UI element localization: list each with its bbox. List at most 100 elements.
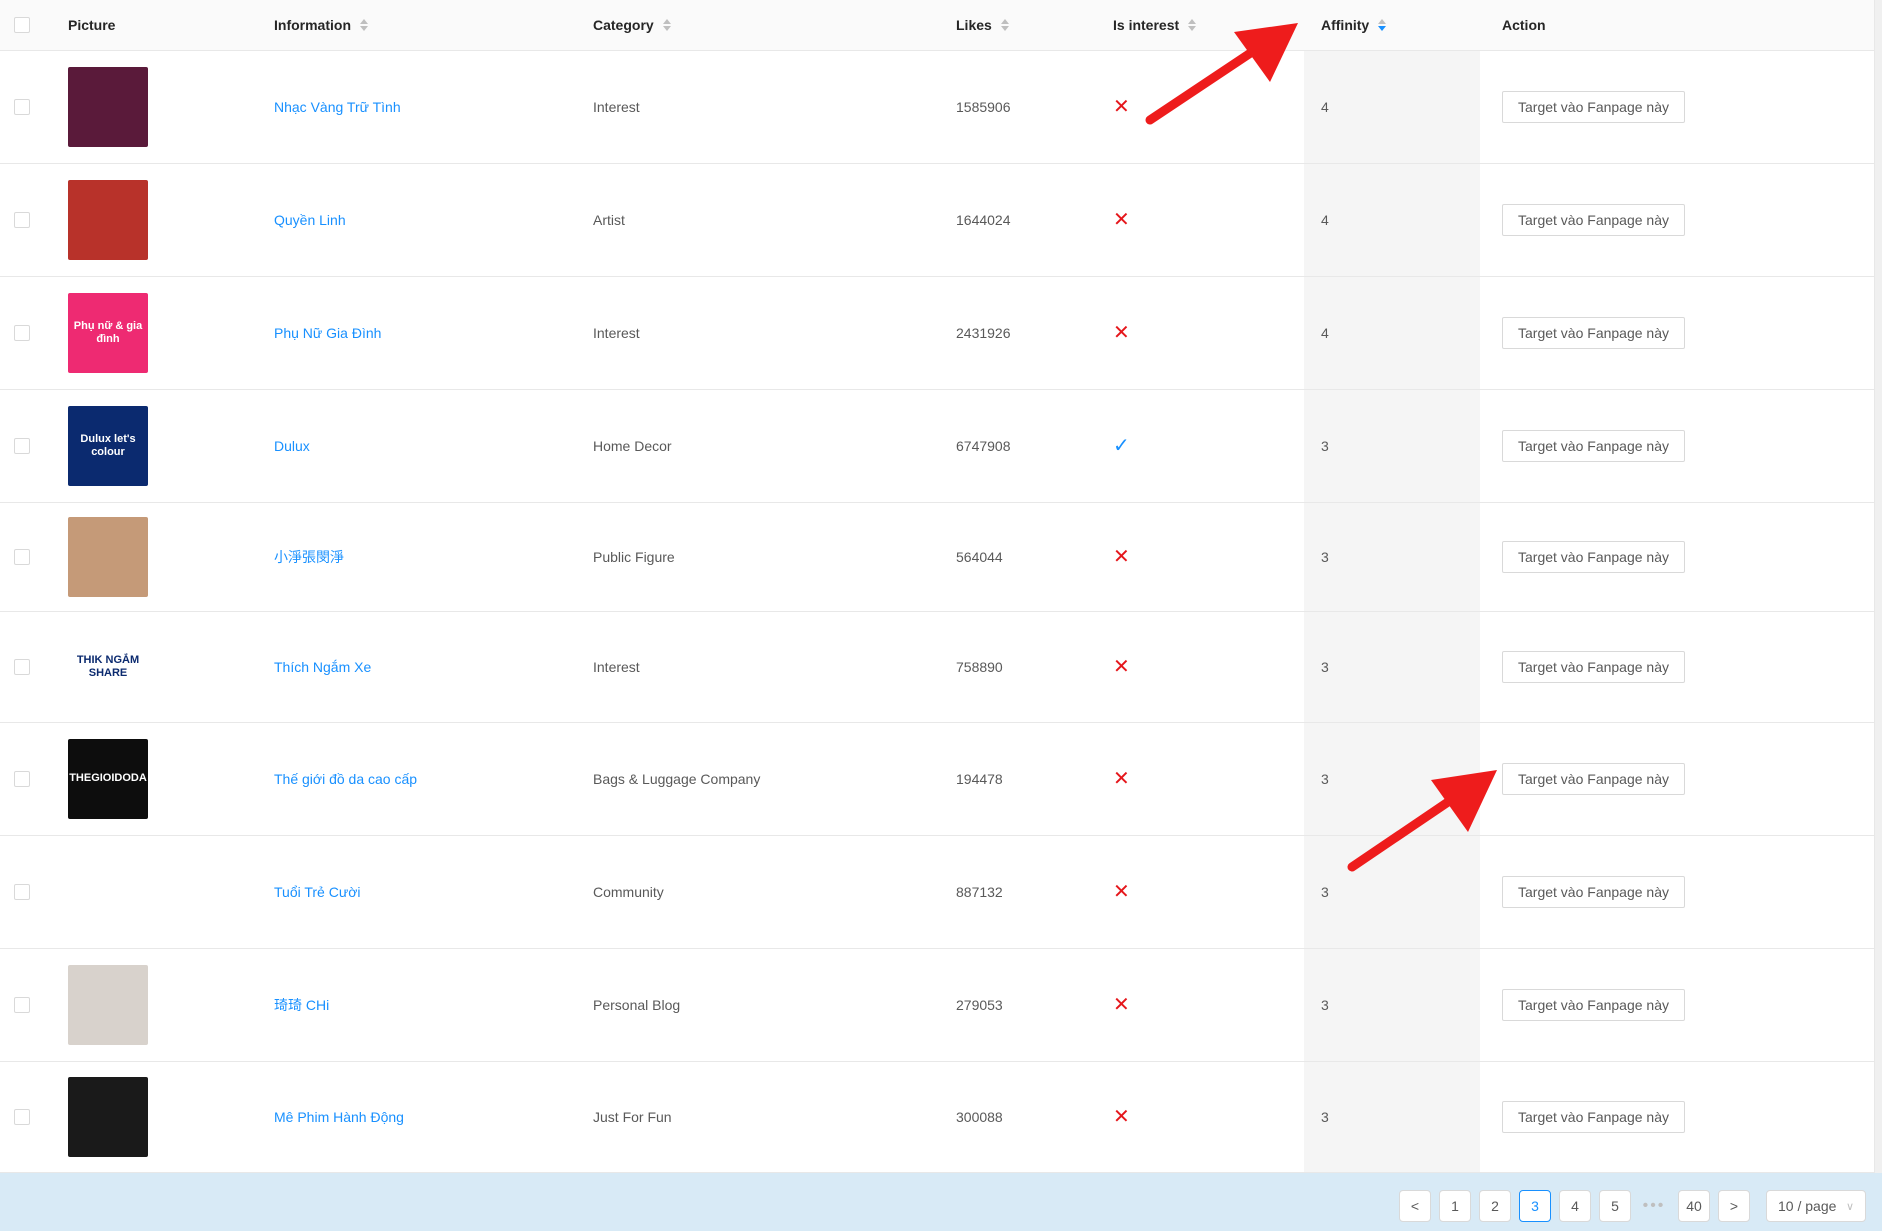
row-checkbox[interactable] bbox=[14, 659, 30, 675]
action-cell: Target vào Fanpage này bbox=[1502, 503, 1685, 611]
pagination-page-4[interactable]: 4 bbox=[1559, 1190, 1591, 1222]
picture-cell bbox=[68, 503, 148, 611]
category-cell: Just For Fun bbox=[593, 1062, 672, 1172]
picture-cell bbox=[68, 51, 148, 163]
row-checkbox-cell[interactable] bbox=[14, 723, 30, 835]
category-value: Interest bbox=[593, 99, 640, 115]
row-checkbox[interactable] bbox=[14, 884, 30, 900]
target-fanpage-button[interactable]: Target vào Fanpage này bbox=[1502, 317, 1685, 349]
page-name-link[interactable]: Thế giới đồ da cao cấp bbox=[274, 771, 417, 787]
row-checkbox-cell[interactable] bbox=[14, 949, 30, 1061]
row-checkbox-cell[interactable] bbox=[14, 503, 30, 611]
category-cell: Artist bbox=[593, 164, 625, 276]
information-cell: 琦琦 CHi bbox=[274, 949, 329, 1061]
page-thumbnail: THEGIOIDODA bbox=[68, 739, 148, 819]
row-checkbox[interactable] bbox=[14, 212, 30, 228]
column-affinity[interactable]: Affinity bbox=[1321, 0, 1387, 50]
column-category[interactable]: Category bbox=[593, 0, 671, 50]
likes-cell: 1585906 bbox=[956, 51, 1011, 163]
pagination-page-5[interactable]: 5 bbox=[1599, 1190, 1631, 1222]
target-fanpage-button[interactable]: Target vào Fanpage này bbox=[1502, 876, 1685, 908]
row-checkbox[interactable] bbox=[14, 1109, 30, 1125]
pagination-page-2[interactable]: 2 bbox=[1479, 1190, 1511, 1222]
page-name-link[interactable]: Mê Phim Hành Động bbox=[274, 1109, 404, 1125]
information-cell: Mê Phim Hành Động bbox=[274, 1062, 404, 1172]
sort-caret-icon[interactable] bbox=[1188, 19, 1197, 31]
target-fanpage-button[interactable]: Target vào Fanpage này bbox=[1502, 763, 1685, 795]
page-name-link[interactable]: Dulux bbox=[274, 438, 310, 454]
pagination-next-button[interactable]: > bbox=[1718, 1190, 1750, 1222]
row-checkbox[interactable] bbox=[14, 99, 30, 115]
column-likes[interactable]: Likes bbox=[956, 0, 1009, 50]
affinity-value: 3 bbox=[1321, 1109, 1329, 1125]
page-name-link[interactable]: 小淨張閔淨 bbox=[274, 547, 344, 567]
is-interest-cell: ✕ bbox=[1113, 612, 1130, 722]
page-size-value: 10 / page bbox=[1778, 1198, 1837, 1214]
pagination-ellipsis[interactable]: ••• bbox=[1638, 1190, 1670, 1222]
vertical-scrollbar[interactable] bbox=[1874, 0, 1882, 1173]
pagination-page-1[interactable]: 1 bbox=[1439, 1190, 1471, 1222]
page-name-link[interactable]: Phụ Nữ Gia Đình bbox=[274, 325, 381, 341]
row-checkbox[interactable] bbox=[14, 771, 30, 787]
table-row: Quyền Linh Artist 1644024 ✕ 4 Target vào Fanp… bbox=[0, 164, 1875, 277]
row-checkbox-cell[interactable] bbox=[14, 51, 30, 163]
target-fanpage-button[interactable]: Target vào Fanpage này bbox=[1502, 989, 1685, 1021]
page-thumbnail bbox=[68, 180, 148, 260]
row-checkbox-cell[interactable] bbox=[14, 836, 30, 948]
page-thumbnail: Phụ nữ & gia đình bbox=[68, 293, 148, 373]
sort-caret-icon[interactable] bbox=[360, 19, 368, 31]
sort-caret-icon[interactable] bbox=[1000, 19, 1009, 31]
row-checkbox-cell[interactable] bbox=[14, 390, 30, 502]
target-fanpage-button[interactable]: Target vào Fanpage này bbox=[1502, 541, 1685, 573]
row-checkbox[interactable] bbox=[14, 549, 30, 565]
page-size-select[interactable]: 10 / page ∨ bbox=[1766, 1190, 1866, 1222]
target-fanpage-button[interactable]: Target vào Fanpage này bbox=[1502, 651, 1685, 683]
page-name-link[interactable]: Thích Ngắm Xe bbox=[274, 659, 371, 675]
target-fanpage-button[interactable]: Target vào Fanpage này bbox=[1502, 91, 1685, 123]
category-cell: Interest bbox=[593, 277, 640, 389]
information-cell: Phụ Nữ Gia Đình bbox=[274, 277, 381, 389]
category-value: Public Figure bbox=[593, 549, 675, 565]
column-is-interest[interactable]: Is interest bbox=[1113, 0, 1197, 50]
row-checkbox[interactable] bbox=[14, 438, 30, 454]
page-name-link[interactable]: Tuổi Trẻ Cười bbox=[274, 884, 361, 900]
row-checkbox-cell[interactable] bbox=[14, 277, 30, 389]
row-checkbox-cell[interactable] bbox=[14, 164, 30, 276]
row-checkbox[interactable] bbox=[14, 997, 30, 1013]
information-cell: 小淨張閔淨 bbox=[274, 503, 344, 611]
pagination-page-3-current[interactable]: 3 bbox=[1519, 1190, 1551, 1222]
category-value: Interest bbox=[593, 325, 640, 341]
likes-value: 2431926 bbox=[956, 325, 1011, 341]
table-row: Phụ nữ & gia đình Phụ Nữ Gia Đình Interest… bbox=[0, 277, 1875, 390]
affinity-value: 3 bbox=[1321, 438, 1329, 454]
pagination-prev-button[interactable]: < bbox=[1399, 1190, 1431, 1222]
picture-cell bbox=[68, 836, 148, 948]
pagination-page-last[interactable]: 40 bbox=[1678, 1190, 1710, 1222]
table-row: 小淨張閔淨 Public Figure 564044 ✕ 3 Target vào Fan… bbox=[0, 503, 1875, 612]
sort-caret-icon[interactable] bbox=[662, 19, 671, 31]
category-cell: Bags & Luggage Company bbox=[593, 723, 760, 835]
row-checkbox-cell[interactable] bbox=[14, 1062, 30, 1172]
target-fanpage-button[interactable]: Target vào Fanpage này bbox=[1502, 430, 1685, 462]
category-value: Just For Fun bbox=[593, 1109, 672, 1125]
column-information[interactable]: Information bbox=[274, 0, 368, 50]
picture-cell: Dulux let's colour bbox=[68, 390, 148, 502]
row-checkbox[interactable] bbox=[14, 325, 30, 341]
target-fanpage-button[interactable]: Target vào Fanpage này bbox=[1502, 204, 1685, 236]
x-mark-icon: ✕ bbox=[1113, 1106, 1130, 1128]
target-fanpage-button[interactable]: Target vào Fanpage này bbox=[1502, 1101, 1685, 1133]
category-value: Artist bbox=[593, 212, 625, 228]
page-name-link[interactable]: Nhạc Vàng Trữ Tình bbox=[274, 99, 401, 115]
page-name-link[interactable]: 琦琦 CHi bbox=[274, 995, 329, 1015]
select-all-checkbox-cell[interactable] bbox=[14, 0, 30, 50]
is-interest-cell: ✕ bbox=[1113, 1062, 1130, 1172]
page-name-link[interactable]: Quyền Linh bbox=[274, 212, 346, 228]
likes-value: 1585906 bbox=[956, 99, 1011, 115]
sort-caret-icon-active[interactable] bbox=[1378, 19, 1387, 31]
select-all-checkbox[interactable] bbox=[14, 17, 30, 33]
likes-value: 564044 bbox=[956, 549, 1003, 565]
affinity-value: 3 bbox=[1321, 659, 1329, 675]
row-checkbox-cell[interactable] bbox=[14, 612, 30, 722]
likes-value: 6747908 bbox=[956, 438, 1011, 454]
affinity-cell: 3 bbox=[1321, 1062, 1329, 1172]
